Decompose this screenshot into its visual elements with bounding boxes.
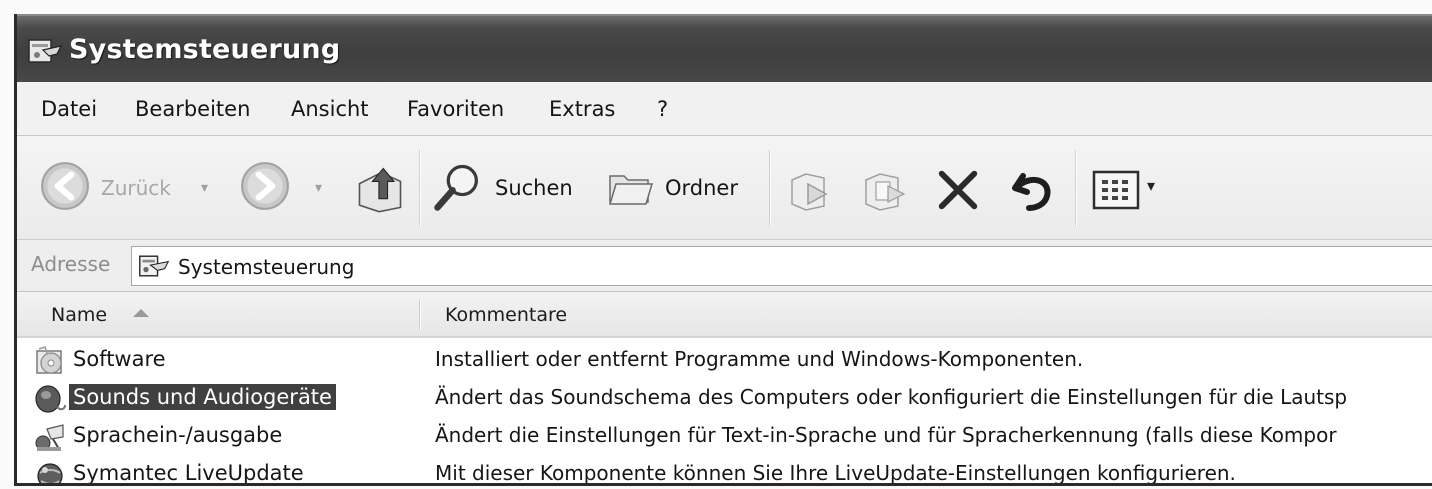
column-header-comments[interactable]: Kommentare [445, 304, 567, 326]
menu-ansicht[interactable]: Ansicht [291, 97, 369, 121]
speaker-icon [35, 385, 66, 413]
search-icon [434, 164, 478, 211]
views-icon [1092, 170, 1140, 210]
item-name: Sprachein-/ausgabe [73, 423, 283, 447]
back-label: Zurück [101, 176, 171, 200]
globe-update-icon [37, 463, 63, 483]
software-cd-icon [36, 346, 62, 374]
copy-to-icon[interactable] [855, 164, 911, 214]
address-bar: Adresse Systemsteuerung [17, 240, 1432, 292]
forward-dropdown-icon[interactable]: ▾ [315, 180, 322, 196]
forward-button[interactable]: ▾ [239, 154, 339, 222]
item-name: Software [73, 347, 166, 371]
forward-arrow-icon [241, 162, 289, 210]
address-input[interactable]: Systemsteuerung [131, 246, 1432, 286]
toolbar-separator [419, 150, 421, 226]
back-arrow-icon [41, 162, 89, 210]
menu-bearbeiten[interactable]: Bearbeiten [135, 97, 250, 121]
back-dropdown-icon[interactable]: ▾ [201, 180, 208, 196]
speech-icon [35, 424, 64, 451]
menu-extras[interactable]: Extras [549, 97, 615, 121]
folders-label: Ordner [665, 176, 738, 200]
search-label: Suchen [495, 176, 573, 200]
toolbar: Zurück ▾ ▾ Suchen Ordner ▾ [17, 136, 1432, 240]
search-button[interactable]: Suchen [431, 154, 587, 222]
sort-ascending-icon [133, 309, 149, 317]
column-header-name[interactable]: Name [51, 304, 107, 326]
item-comment: Ändert die Einstellungen für Text-in-Spr… [435, 423, 1337, 447]
item-name-selected: Sounds und Audiogeräte [69, 384, 336, 410]
folders-button[interactable]: Ordner [605, 154, 755, 222]
move-to-icon[interactable] [785, 164, 837, 214]
explorer-window: Systemsteuerung Datei Bearbeiten Ansicht… [14, 14, 1432, 486]
title-bar[interactable]: Systemsteuerung [17, 14, 1432, 82]
item-list: Software Installiert oder entfernt Progr… [17, 338, 1432, 485]
control-panel-icon [139, 255, 170, 277]
window-title: Systemsteuerung [69, 34, 341, 65]
control-panel-icon [28, 39, 63, 63]
views-dropdown-icon[interactable]: ▾ [1147, 176, 1155, 195]
menu-help[interactable]: ? [657, 97, 668, 121]
item-comment: Mit dieser Komponente können Sie Ihre Li… [435, 461, 1236, 485]
delete-icon[interactable] [933, 166, 983, 214]
item-comment: Ändert das Soundschema des Computers ode… [435, 385, 1348, 409]
list-item[interactable]: Sprachein-/ausgabe Ändert die Einstellun… [17, 418, 1432, 456]
toolbar-separator [1075, 150, 1077, 226]
up-folder-icon[interactable] [353, 162, 407, 216]
list-item[interactable]: Sounds und Audiogeräte Ändert das Sounds… [17, 380, 1432, 418]
back-button[interactable]: Zurück ▾ [39, 154, 219, 222]
menu-favoriten[interactable]: Favoriten [407, 97, 504, 121]
address-value: Systemsteuerung [178, 255, 355, 279]
views-button[interactable]: ▾ [1091, 166, 1171, 216]
undo-icon[interactable] [1005, 164, 1059, 214]
menu-bar: Datei Bearbeiten Ansicht Favoriten Extra… [17, 82, 1432, 136]
list-item[interactable]: Symantec LiveUpdate Mit dieser Komponent… [17, 456, 1432, 485]
toolbar-separator [769, 150, 771, 226]
list-header: Name Kommentare [17, 292, 1432, 338]
item-name: Symantec LiveUpdate [73, 461, 304, 485]
item-comment: Installiert oder entfernt Programme und … [435, 347, 1084, 371]
folders-icon [608, 175, 654, 205]
column-divider[interactable] [419, 300, 421, 330]
list-item[interactable]: Software Installiert oder entfernt Progr… [17, 342, 1432, 380]
address-label: Adresse [31, 252, 111, 276]
menu-datei[interactable]: Datei [41, 97, 97, 121]
